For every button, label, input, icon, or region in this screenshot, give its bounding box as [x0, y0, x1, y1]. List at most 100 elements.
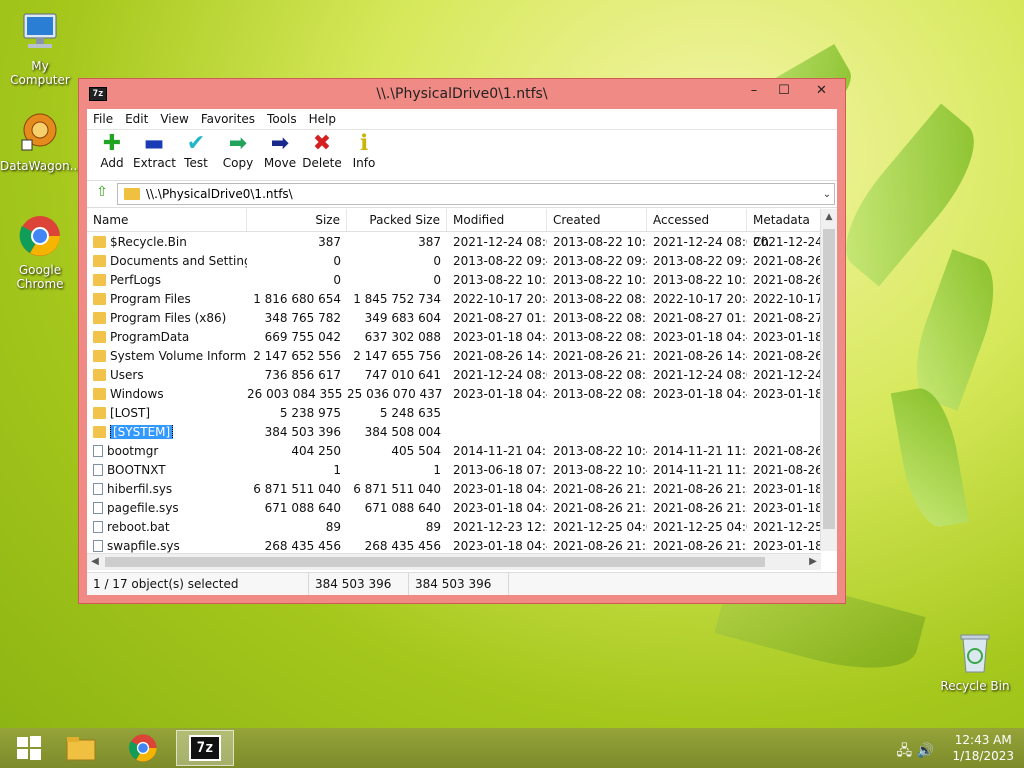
cell-name: hiberfil.sys	[87, 482, 247, 496]
menu-tools[interactable]: Tools	[261, 109, 303, 129]
chevron-down-icon[interactable]: ⌄	[820, 189, 834, 200]
cell-size: 669 755 042	[264, 329, 341, 344]
column-accessed[interactable]: Accessed	[647, 209, 747, 231]
scroll-thumb[interactable]	[105, 557, 765, 567]
column-header-row: Name Size Packed Size Modified Created A…	[87, 209, 837, 249]
table-row[interactable]: [SYSTEM] 384 503 396 384 508 004	[87, 422, 837, 441]
file-name: Documents and Settings	[110, 253, 247, 268]
table-row[interactable]: Documents and Settings 0 0 2013-08-22 09:45…	[87, 251, 837, 270]
column-modified[interactable]: Modified	[447, 209, 547, 231]
toolbar-extract-button[interactable]: ▬ Extract	[133, 130, 176, 180]
close-button[interactable]: ✕	[804, 81, 839, 101]
cell-packed: 2 147 655 756	[353, 348, 441, 363]
scroll-left-icon[interactable]: ◀	[87, 554, 103, 570]
cell-accessed: 2021-08-26 21:36	[653, 481, 747, 496]
table-row[interactable]: [LOST] 5 238 975 5 248 635	[87, 403, 837, 422]
column-packed-size[interactable]: Packed Size	[347, 209, 447, 231]
cell-name: System Volume Informa...	[87, 349, 247, 363]
table-row[interactable]: $Recycle.Bin 387 387 2021-12-24 08:09 2013-0…	[87, 232, 837, 251]
desktop-icon-datawagon[interactable]: DataWagon...	[0, 110, 81, 173]
table-row[interactable]: pagefile.sys 671 088 640 671 088 640 2023-0…	[87, 498, 837, 517]
table-row[interactable]: hiberfil.sys 6 871 511 040 6 871 511 040 20…	[87, 479, 837, 498]
table-row[interactable]: Program Files 1 816 680 654 1 845 752 734 2…	[87, 289, 837, 308]
cell-packed: 1 845 752 734	[353, 291, 441, 306]
cell-packed: 6 871 511 040	[353, 481, 441, 496]
network-icon[interactable]: 🖧	[896, 743, 912, 759]
toolbar-add-button[interactable]: ✚ Add	[91, 130, 133, 180]
copy-arrow-icon: ➡	[228, 130, 248, 156]
menu-edit[interactable]: Edit	[119, 109, 154, 129]
window-title: \\.\PhysicalDrive0\1.ntfs\	[376, 86, 548, 102]
column-name[interactable]: Name	[87, 209, 247, 231]
cell-name: swapfile.sys	[87, 539, 247, 553]
cell-accessed: 2013-08-22 10:22	[653, 272, 747, 287]
cell-created: 2021-12-25 04:09	[553, 519, 647, 534]
toolbar-delete-button[interactable]: ✖ Delete	[301, 130, 343, 180]
table-row[interactable]: ProgramData 669 755 042 637 302 088 2023-01…	[87, 327, 837, 346]
cell-name: ProgramData	[87, 330, 247, 344]
folder-icon	[93, 425, 106, 438]
toolbar-info-button[interactable]: ℹ Info	[343, 130, 385, 180]
table-row[interactable]: Users 736 856 617 747 010 641 2021-12-24 08…	[87, 365, 837, 384]
folder-icon	[93, 406, 106, 419]
table-row[interactable]: Program Files (x86) 348 765 782 349 683 60…	[87, 308, 837, 327]
file-list: Name Size Packed Size Modified Created A…	[87, 209, 837, 573]
status-packed-size: 384 503 396	[409, 573, 509, 595]
desktop-icon-recycle-bin[interactable]: Recycle Bin	[935, 630, 1015, 693]
menu-file[interactable]: File	[87, 109, 119, 129]
desktop-icon-my-computer[interactable]: My Computer	[0, 10, 80, 87]
file-name: System Volume Informa...	[110, 348, 247, 363]
scroll-right-icon[interactable]: ▶	[805, 554, 821, 570]
clock[interactable]: 12:43 AM 1/18/2023	[952, 732, 1014, 764]
horizontal-scrollbar[interactable]: ◀ ▶	[87, 553, 821, 570]
cell-modified: 2013-08-22 09:45	[453, 253, 547, 268]
table-row[interactable]: reboot.bat 89 89 2021-12-23 12:58 2021-12-25…	[87, 517, 837, 536]
address-input[interactable]: \\.\PhysicalDrive0\1.ntfs\ ⌄	[117, 183, 835, 205]
taskbar-7zip[interactable]: 7z	[176, 730, 234, 766]
menu-favorites[interactable]: Favorites	[195, 109, 261, 129]
scroll-thumb[interactable]	[823, 229, 835, 529]
menu-bar: File Edit View Favorites Tools Help	[87, 109, 837, 130]
title-bar[interactable]: 7z \\.\PhysicalDrive0\1.ntfs\ – ☐ ✕	[79, 79, 845, 109]
scroll-up-icon[interactable]: ▲	[821, 209, 837, 225]
file-name: pagefile.sys	[107, 500, 179, 515]
column-size[interactable]: Size	[247, 209, 347, 231]
desktop-icon-label: My Computer	[10, 59, 70, 87]
table-row[interactable]: Windows 26 003 084 355 25 036 070 437 2023-…	[87, 384, 837, 403]
toolbar-button-label: Move	[263, 156, 297, 170]
table-row[interactable]: BOOTNXT 1 1 2013-06-18 07:18 2013-08-22 10:4…	[87, 460, 837, 479]
toolbar-move-button[interactable]: ➡ Move	[259, 130, 301, 180]
volume-icon[interactable]: 🔊	[917, 743, 934, 759]
column-created[interactable]: Created	[547, 209, 647, 231]
cell-accessed: 2021-12-25 04:09	[653, 519, 747, 534]
cell-size: 268 435 456	[264, 538, 341, 553]
column-metadata-changed[interactable]: Metadata Ch	[747, 209, 827, 249]
cell-name: [SYSTEM]	[87, 424, 247, 439]
file-name: ProgramData	[110, 329, 190, 344]
table-row[interactable]: System Volume Informa... 2 147 652 556 2 1…	[87, 346, 837, 365]
folder-icon	[93, 235, 106, 248]
toolbar-button-label: Test	[184, 156, 208, 170]
menu-help[interactable]: Help	[303, 109, 342, 129]
taskbar-chrome[interactable]	[114, 730, 172, 766]
start-button[interactable]	[0, 730, 58, 766]
cell-accessed: 2022-10-17 20:46	[653, 291, 747, 306]
up-folder-icon[interactable]: ⇧	[91, 184, 113, 204]
file-name: Users	[110, 367, 144, 382]
maximize-button[interactable]: ☐	[769, 81, 799, 101]
cell-name: BOOTNXT	[87, 463, 247, 477]
toolbar-test-button[interactable]: ✔ Test	[175, 130, 217, 180]
toolbar-copy-button[interactable]: ➡ Copy	[217, 130, 259, 180]
cell-accessed: 2013-08-22 09:45	[653, 253, 747, 268]
desktop-icon-google-chrome[interactable]: Google Chrome	[0, 214, 80, 291]
cell-size: 404 250	[291, 443, 341, 458]
taskbar-file-explorer[interactable]	[52, 730, 110, 766]
menu-view[interactable]: View	[154, 109, 194, 129]
vertical-scrollbar[interactable]: ▲	[820, 209, 837, 551]
cell-packed: 747 010 641	[364, 367, 441, 382]
file-name: bootmgr	[107, 443, 159, 458]
minimize-button[interactable]: –	[739, 81, 769, 101]
file-name: BOOTNXT	[107, 462, 166, 477]
table-row[interactable]: PerfLogs 0 0 2013-08-22 10:22 2013-08-22 10:…	[87, 270, 837, 289]
table-row[interactable]: bootmgr 404 250 405 504 2014-11-21 04:17 201…	[87, 441, 837, 460]
